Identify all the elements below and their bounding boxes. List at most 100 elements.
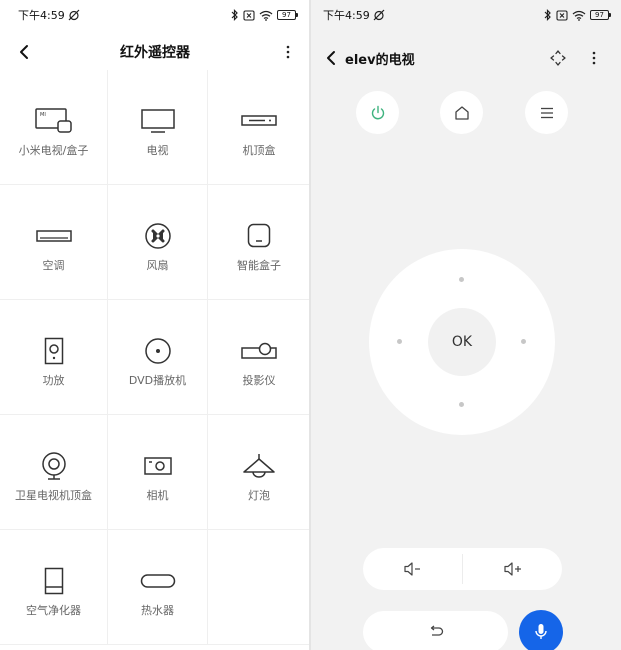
device-icon-wrap (140, 566, 176, 596)
device-icon-wrap (41, 451, 67, 481)
volume-down-button[interactable] (363, 548, 462, 590)
device-label: 电视 (146, 144, 169, 157)
tv-icon (140, 109, 175, 133)
home-button[interactable] (440, 91, 483, 134)
device-item-satellite-box[interactable]: 卫星电视机顶盒 (0, 415, 108, 530)
battery-indicator: 97 (590, 10, 611, 20)
dpad-down-dot (459, 402, 464, 407)
tv-remote-screen: 下午4:59 97 elev的电视 OK (311, 0, 621, 650)
dpad-up-dot (459, 277, 464, 282)
return-button[interactable] (363, 611, 508, 650)
bluetooth-icon (544, 9, 551, 21)
status-right: 97 (231, 9, 298, 21)
power-button[interactable] (356, 91, 399, 134)
device-label: 相机 (146, 489, 169, 502)
svg-text:MI: MI (40, 112, 46, 118)
device-item-projector[interactable]: 投影仪 (208, 300, 310, 415)
mi-tv-box-icon: MI (34, 108, 72, 133)
device-icon-wrap (144, 336, 172, 366)
device-item-air-purifier[interactable]: 空气净化器 (0, 530, 108, 645)
light-bulb-icon (243, 454, 275, 478)
microphone-icon (535, 624, 547, 639)
page-title: 红外遥控器 (120, 45, 190, 61)
hamburger-menu-icon (540, 107, 553, 118)
power-icon (371, 105, 384, 119)
move-arrows-icon (550, 50, 566, 66)
more-options-button[interactable] (278, 40, 298, 64)
app-bar: 红外遥控器 (0, 34, 310, 70)
device-item-mi-tv-box[interactable]: MI 小米电视/盒子 (0, 70, 108, 185)
status-time: 下午4:59 (323, 9, 370, 22)
device-item-air-conditioner[interactable]: 空调 (0, 185, 108, 300)
device-label: 智能盒子 (237, 259, 281, 272)
bluetooth-icon (231, 9, 238, 21)
device-label: 风扇 (146, 259, 169, 272)
projector-icon (241, 342, 277, 359)
device-item-smart-box[interactable]: 智能盒子 (208, 185, 310, 300)
device-label: 空调 (42, 259, 65, 272)
fan-icon (144, 223, 171, 249)
device-title: elev的电视 (345, 53, 415, 68)
device-label: 热水器 (141, 604, 174, 617)
device-item-dvd-player[interactable]: DVD播放机 (108, 300, 208, 415)
more-options-button[interactable] (587, 46, 601, 70)
device-icon-wrap (35, 221, 72, 251)
menu-button[interactable] (525, 91, 568, 134)
device-icon-wrap (44, 566, 64, 596)
amplifier-icon (44, 337, 63, 365)
device-icon-wrap (44, 336, 64, 366)
smart-box-icon (247, 223, 271, 248)
volume-down-icon (403, 562, 420, 576)
device-item-fan[interactable]: 风扇 (108, 185, 208, 300)
device-icon-wrap (144, 221, 172, 251)
device-icon-wrap (241, 336, 277, 366)
volume-control (363, 548, 562, 590)
no-sim-icon (243, 9, 255, 21)
camera-icon (143, 457, 172, 475)
device-icon-wrap (247, 221, 271, 251)
device-item-light-bulb[interactable]: 灯泡 (208, 415, 310, 530)
volume-up-icon (503, 562, 521, 576)
device-item-set-top-box[interactable]: 机顶盒 (208, 70, 310, 185)
device-label: DVD播放机 (128, 374, 187, 387)
device-label: 卫星电视机顶盒 (15, 489, 92, 502)
status-bar: 下午4:59 97 (311, 0, 621, 30)
return-arrow-icon (430, 625, 443, 636)
battery-indicator: 97 (277, 10, 298, 20)
more-vert-icon (592, 51, 596, 65)
device-item-water-heater[interactable]: 热水器 (108, 530, 208, 645)
dpad-right[interactable] (497, 307, 555, 377)
device-label: 空气净化器 (26, 604, 81, 617)
device-icon-wrap (241, 106, 277, 136)
volume-up-button[interactable] (463, 548, 562, 590)
back-arrow-icon (327, 51, 335, 65)
status-left: 下午4:59 (18, 7, 80, 23)
wifi-icon (572, 10, 586, 21)
back-button[interactable] (319, 46, 343, 70)
device-icon-wrap: MI (34, 106, 73, 136)
water-heater-icon (140, 574, 175, 588)
ir-remote-device-list-screen: 下午4:59 97 红外遥控器 MI 小米电视/盒子 电视 机顶盒 空调 风扇 … (0, 0, 310, 650)
voice-button[interactable] (519, 610, 563, 650)
device-label: 机顶盒 (242, 144, 276, 157)
move-remote-button[interactable] (547, 47, 569, 69)
ok-button[interactable]: OK (428, 308, 496, 376)
no-sim-icon (556, 9, 568, 21)
status-left: 下午4:59 (323, 7, 385, 23)
status-right: 97 (544, 9, 611, 21)
empty-grid-cell (208, 530, 310, 645)
air-purifier-icon (44, 567, 63, 595)
satellite-box-icon (41, 452, 66, 480)
air-conditioner-icon (35, 230, 72, 242)
device-item-tv[interactable]: 电视 (108, 70, 208, 185)
alarm-muted-icon (373, 9, 385, 21)
wifi-icon (259, 10, 273, 21)
device-icon-wrap (140, 106, 175, 136)
device-type-grid: MI 小米电视/盒子 电视 机顶盒 空调 风扇 智能盒子 功放 DVD播放机 投… (0, 70, 310, 645)
dpad-left-dot (397, 339, 402, 344)
app-bar: elev的电视 (311, 42, 621, 74)
device-item-camera[interactable]: 相机 (108, 415, 208, 530)
device-label: 灯泡 (248, 489, 270, 502)
device-item-amplifier[interactable]: 功放 (0, 300, 108, 415)
dpad-right-dot (521, 339, 526, 344)
